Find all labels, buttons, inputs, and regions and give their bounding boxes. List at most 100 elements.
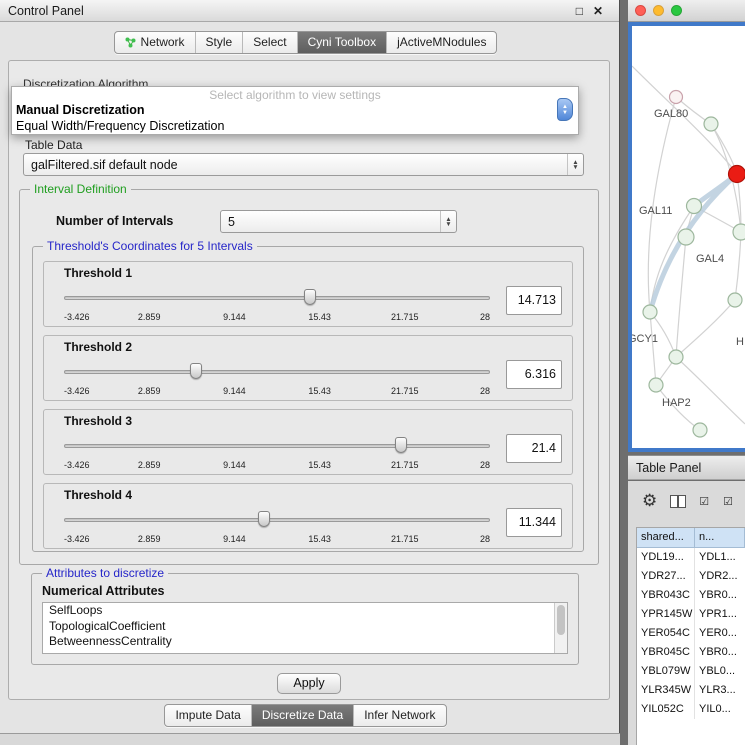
top-tab-bar: Network Style Select Cyni ToolboxjActiveMNo… <box>114 31 498 54</box>
node-label: GAL80 <box>654 108 688 120</box>
table-row[interactable]: YLR345WYLR3... <box>637 681 745 700</box>
threshold-value-field[interactable]: 11.344 <box>506 508 562 537</box>
number-of-intervals-combobox[interactable]: 5 ▲▼ <box>220 210 457 233</box>
tick-label: 28 <box>480 312 490 322</box>
slider-tick-labels: -3.4262.8599.14415.4321.71528 <box>64 534 490 545</box>
table-row[interactable]: YBL079WYBL0... <box>637 662 745 681</box>
threshold-slider[interactable]: -3.4262.8599.14415.4321.71528 <box>64 432 490 472</box>
attribute-item-topologicalcoefficient[interactable]: TopologicalCoefficient <box>43 619 567 635</box>
network-node[interactable] <box>693 423 707 437</box>
table-panel-title: Table Panel <box>636 461 701 475</box>
table-row[interactable]: YBR043CYBR0... <box>637 586 745 605</box>
table-cell: YER054C <box>637 624 695 643</box>
threshold-value-field[interactable]: 14.713 <box>506 286 562 315</box>
slider-tick-labels: -3.4262.8599.14415.4321.71528 <box>64 386 490 397</box>
threshold-value-field[interactable]: 21.4 <box>506 434 562 463</box>
network-node[interactable] <box>733 224 745 240</box>
attribute-list-scrollbar[interactable] <box>554 603 567 653</box>
table-row[interactable]: YDL19...YDL1... <box>637 548 745 567</box>
interval-definition-title: Interval Definition <box>30 182 131 196</box>
tab-label: Discretize Data <box>262 708 343 722</box>
tab-label: Network <box>141 35 185 49</box>
tick-label: 21.715 <box>391 460 419 470</box>
attribute-item-betweennesscentrality[interactable]: BetweennessCentrality <box>43 634 567 650</box>
table-cell: YBL0... <box>695 662 745 681</box>
columns-icon[interactable] <box>670 495 686 508</box>
node-label: HAP2 <box>662 397 691 409</box>
close-window-icon[interactable]: ✕ <box>593 4 603 18</box>
selected-network-node[interactable] <box>729 166 745 183</box>
table-data-combobox[interactable]: galFiltered.sif default node ▲▼ <box>23 153 584 176</box>
column-header[interactable]: n... <box>695 528 745 548</box>
tick-label: 28 <box>480 534 490 544</box>
tick-label: 15.43 <box>308 534 331 544</box>
tab-select[interactable]: Select <box>242 32 296 53</box>
control-panel-titlebar[interactable]: Control Panel □ ✕ <box>0 0 619 22</box>
zoom-traffic-light-icon[interactable] <box>671 5 682 16</box>
algorithm-dropdown-popup: Select algorithm to view settings Manual… <box>11 86 579 135</box>
tab-label: Select <box>253 35 286 49</box>
algorithm-option-equal-width-frequency-discretization[interactable]: Equal Width/Frequency Discretization <box>12 119 578 135</box>
float-window-icon[interactable]: □ <box>576 4 583 18</box>
apply-button[interactable]: Apply <box>277 673 341 694</box>
algorithm-option-manual-discretization[interactable]: Manual Discretization <box>12 103 578 119</box>
network-window-titlebar[interactable] <box>628 0 745 22</box>
slider-track <box>64 370 490 374</box>
slider-thumb[interactable] <box>304 289 316 305</box>
threshold-value-field[interactable]: 6.316 <box>506 360 562 389</box>
tab-discretize-data[interactable]: Discretize Data <box>251 705 353 726</box>
threshold-slider[interactable]: -3.4262.8599.14415.4321.71528 <box>64 358 490 398</box>
tab-cyni-toolbox[interactable]: Cyni Toolbox <box>297 32 386 53</box>
column-header[interactable]: shared... <box>637 528 695 548</box>
numerical-attributes-label: Numerical Attributes <box>42 584 164 598</box>
tab-network[interactable]: Network <box>115 32 195 53</box>
network-node[interactable] <box>670 91 683 104</box>
threshold-box: Threshold 2 -3.4262.8599.14415.4321.7152… <box>43 335 573 401</box>
slider-thumb[interactable] <box>258 511 270 527</box>
minimize-traffic-light-icon[interactable] <box>653 5 664 16</box>
threshold-slider[interactable]: -3.4262.8599.14415.4321.71528 <box>64 284 490 324</box>
node-label: GAL11 <box>639 205 672 217</box>
table-panel-titlebar[interactable]: Table Panel <box>628 455 745 480</box>
tick-label: 28 <box>480 386 490 396</box>
select-checkbox-icon[interactable]: ☑ <box>699 495 710 508</box>
node-label: GCY1 <box>632 333 658 345</box>
select-checkbox-icon[interactable]: ☑ <box>723 495 734 508</box>
table-row[interactable]: YDR27...YDR2... <box>637 567 745 586</box>
threshold-slider[interactable]: -3.4262.8599.14415.4321.71528 <box>64 506 490 546</box>
network-node[interactable] <box>704 117 718 131</box>
slider-track <box>64 296 490 300</box>
scrollbar-thumb[interactable] <box>557 605 565 635</box>
tick-label: 21.715 <box>391 386 419 396</box>
slider-thumb[interactable] <box>190 363 202 379</box>
table-row[interactable]: YIL052CYIL0... <box>637 700 745 719</box>
tab-infer-network[interactable]: Infer Network <box>353 705 445 726</box>
tab-impute-data[interactable]: Impute Data <box>165 705 250 726</box>
control-panel-window: Control Panel □ ✕ Network Style Select Cyni… <box>0 0 620 745</box>
algorithm-combo-stepper[interactable]: ▲ ▼ <box>557 98 573 121</box>
table-cell: YDR2... <box>695 567 745 586</box>
network-node[interactable] <box>678 229 694 245</box>
window-bottom-edge <box>0 733 620 745</box>
table-data-label: Table Data <box>25 138 82 152</box>
table-row[interactable]: YER054CYER0... <box>637 624 745 643</box>
network-node[interactable] <box>687 199 702 214</box>
table-row[interactable]: YBR045CYBR0... <box>637 643 745 662</box>
network-node[interactable] <box>649 378 663 392</box>
close-traffic-light-icon[interactable] <box>635 5 646 16</box>
slider-tick-labels: -3.4262.8599.14415.4321.71528 <box>64 312 490 323</box>
network-node[interactable] <box>643 305 657 319</box>
network-node[interactable] <box>669 350 683 364</box>
tab-jactivemnodules[interactable]: jActiveMNodules <box>386 32 496 53</box>
tab-style[interactable]: Style <box>195 32 243 53</box>
network-node[interactable] <box>728 293 742 307</box>
tick-label: 21.715 <box>391 534 419 544</box>
attribute-list[interactable]: SelfLoopsTopologicalCoefficientBetweenne… <box>42 602 568 654</box>
table-row[interactable]: YPR145WYPR1... <box>637 605 745 624</box>
network-canvas[interactable]: GAL80 GAL11 GAL4 GCY1 HAP2 H <box>628 22 745 452</box>
attribute-item-selfloops[interactable]: SelfLoops <box>43 603 567 619</box>
slider-thumb[interactable] <box>395 437 407 453</box>
node-label: H <box>736 336 744 348</box>
gear-icon[interactable]: ⚙ <box>642 491 657 511</box>
threshold-box: Threshold 1 -3.4262.8599.14415.4321.7152… <box>43 261 573 327</box>
